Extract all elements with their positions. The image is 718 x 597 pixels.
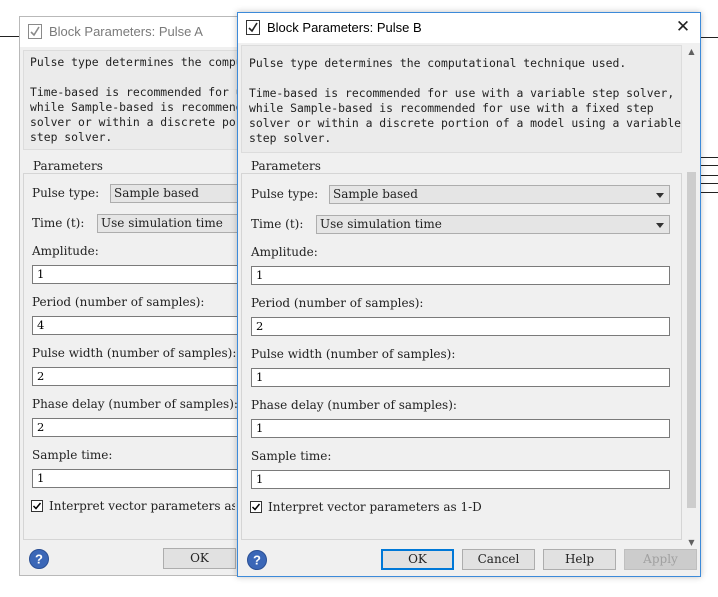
description-line: while Sample-based is recommended for us… — [30, 100, 264, 114]
time-label: Time (t): — [251, 217, 304, 231]
model-line — [0, 36, 20, 37]
scroll-down-icon[interactable]: ▼ — [684, 535, 699, 550]
time-value: Use simulation time — [101, 216, 223, 230]
dialog-pulse-a[interactable]: Block Parameters: Pulse A Pulse type det… — [19, 16, 265, 576]
phase-delay-label: Phase delay (number of samples): — [251, 398, 457, 412]
vertical-scrollbar[interactable]: ▲ ▼ — [684, 44, 699, 550]
pulse-type-dropdown[interactable]: Sample based — [329, 185, 670, 204]
svg-text:?: ? — [35, 552, 43, 567]
interpret-1d-checkbox[interactable] — [250, 501, 262, 513]
description-line: Pulse type determines the computational … — [30, 55, 264, 69]
time-dropdown[interactable]: Use simulation time — [97, 214, 260, 233]
amplitude-label: Amplitude: — [32, 244, 99, 258]
dialog-title: Block Parameters: Pulse B — [267, 20, 422, 35]
time-label: Time (t): — [32, 216, 85, 230]
period-label: Period (number of samples): — [32, 295, 205, 309]
sample-time-label: Sample time: — [32, 448, 113, 462]
close-icon[interactable]: ✕ — [674, 17, 692, 37]
scroll-up-icon[interactable]: ▲ — [684, 44, 699, 59]
description-panel: Pulse type determines the computational … — [23, 50, 265, 150]
period-input[interactable]: 4 — [32, 316, 260, 335]
description-line: solver or within a discrete portion of a… — [249, 116, 682, 130]
title-bar[interactable]: Block Parameters: Pulse A — [20, 17, 253, 47]
description-line: Pulse type determines the computational … — [249, 56, 627, 70]
description-panel: Pulse type determines the computational … — [241, 45, 682, 153]
pulse-type-value: Sample based — [333, 187, 418, 201]
amplitude-input[interactable]: 1 — [32, 265, 260, 284]
dialog-title: Block Parameters: Pulse A — [49, 24, 203, 39]
title-bar[interactable]: Block Parameters: Pulse B ✕ — [238, 13, 700, 43]
time-value: Use simulation time — [320, 217, 442, 231]
description-line: Time-based is recommended for use with a… — [30, 85, 264, 99]
pulse-type-label: Pulse type: — [251, 187, 319, 201]
parameters-legend: Parameters — [30, 159, 106, 173]
description-line: solver or within a discrete portion of a… — [30, 115, 264, 129]
interpret-1d-label: Interpret vector parameters as 1-D — [49, 499, 235, 513]
block-params-icon — [28, 24, 42, 39]
description-line: Time-based is recommended for use with a… — [249, 86, 675, 100]
phase-delay-label: Phase delay (number of samples): — [32, 397, 238, 411]
model-line — [701, 175, 718, 176]
parameters-legend: Parameters — [248, 159, 324, 173]
ok-button[interactable]: OK — [163, 548, 236, 569]
help-button[interactable]: Help — [543, 549, 616, 570]
svg-text:?: ? — [253, 553, 261, 568]
pulse-width-label: Pulse width (number of samples): — [251, 347, 456, 361]
model-line — [701, 37, 718, 38]
pulse-type-value: Sample based — [114, 186, 199, 200]
pulse-width-input[interactable]: 2 — [32, 367, 260, 386]
cancel-button[interactable]: Cancel — [462, 549, 535, 570]
checkmark-icon — [251, 503, 261, 511]
help-icon[interactable]: ? — [247, 550, 267, 570]
model-line — [701, 165, 718, 166]
block-params-icon — [246, 20, 260, 35]
checkmark-icon — [32, 502, 42, 510]
sample-time-input[interactable]: 1 — [32, 469, 260, 488]
pulse-width-label: Pulse width (number of samples): — [32, 346, 237, 360]
phase-delay-input[interactable]: 2 — [32, 418, 260, 437]
phase-delay-input[interactable]: 1 — [251, 419, 670, 438]
help-icon[interactable]: ? — [29, 549, 49, 569]
description-line: step solver. — [249, 131, 332, 145]
apply-button[interactable]: Apply — [624, 549, 697, 570]
description-line: while Sample-based is recommended for us… — [249, 101, 654, 115]
period-input[interactable]: 2 — [251, 317, 670, 336]
interpret-1d-checkbox[interactable] — [31, 500, 43, 512]
chevron-down-icon — [656, 223, 664, 228]
model-line — [701, 157, 718, 158]
amplitude-input[interactable]: 1 — [251, 266, 670, 285]
sample-time-label: Sample time: — [251, 449, 332, 463]
sample-time-input[interactable]: 1 — [251, 470, 670, 489]
time-dropdown[interactable]: Use simulation time — [316, 215, 670, 234]
model-line — [701, 192, 718, 193]
chevron-down-icon — [656, 193, 664, 198]
description-line: step solver. — [30, 130, 113, 144]
dialog-pulse-b[interactable]: Block Parameters: Pulse B ✕ Pulse type d… — [237, 12, 701, 577]
interpret-1d-label: Interpret vector parameters as 1-D — [268, 500, 482, 514]
model-line — [701, 183, 718, 184]
period-label: Period (number of samples): — [251, 296, 424, 310]
scrollbar-thumb[interactable] — [687, 172, 696, 508]
pulse-type-label: Pulse type: — [32, 186, 100, 200]
pulse-width-input[interactable]: 1 — [251, 368, 670, 387]
amplitude-label: Amplitude: — [251, 245, 318, 259]
ok-button[interactable]: OK — [381, 549, 454, 570]
